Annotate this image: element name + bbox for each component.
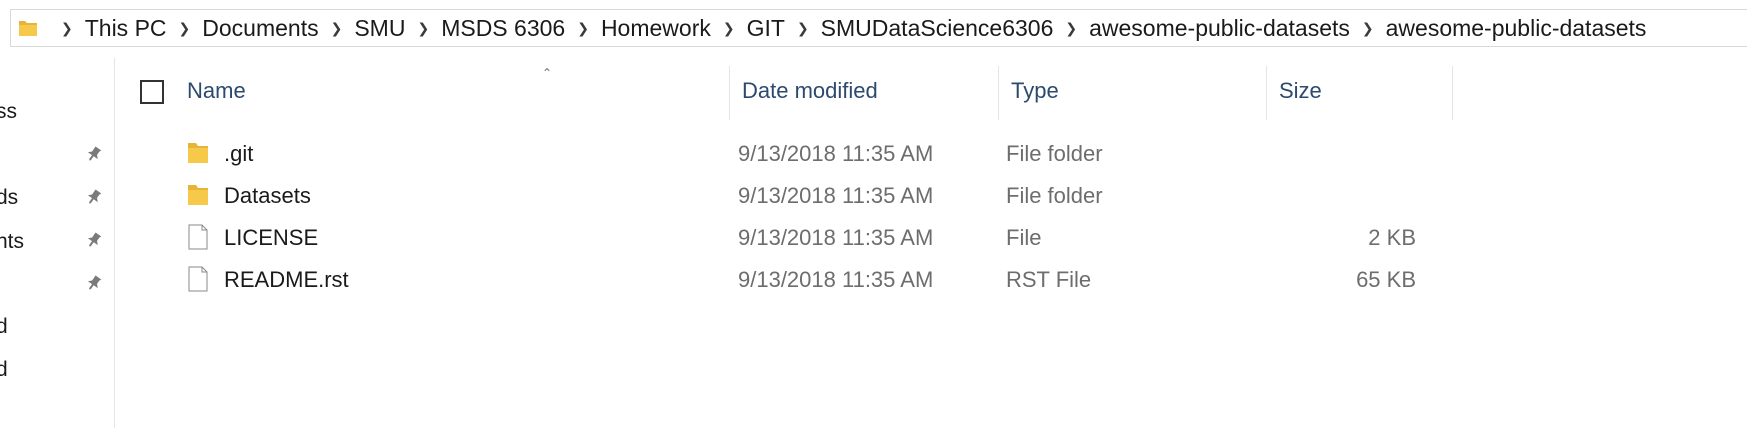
file-name[interactable]: README.rst: [224, 267, 349, 293]
file-size: 2 KB: [1368, 225, 1416, 250]
nav-item-documents[interactable]: nts: [0, 230, 24, 254]
file-type: RST File: [1006, 267, 1092, 292]
chevron-right-icon[interactable]: ❯: [1362, 20, 1374, 37]
chevron-right-icon[interactable]: ❯: [1065, 20, 1077, 37]
file-icon: [188, 224, 208, 250]
file-date-modified: 9/13/2018 11:35 AM: [738, 183, 934, 208]
breadcrumb-this-pc[interactable]: This PC: [85, 15, 167, 42]
file-row-readme[interactable]: README.rst 9/13/2018 11:35 AM RST File 6…: [116, 258, 1436, 300]
file-date-modified: 9/13/2018 11:35 AM: [738, 225, 934, 250]
chevron-right-icon[interactable]: ❯: [797, 20, 809, 37]
folder-icon: [188, 185, 208, 205]
chevron-right-icon[interactable]: ❯: [577, 20, 589, 37]
navigation-pane: ss ds nts d d: [0, 58, 115, 428]
column-divider[interactable]: [1452, 66, 1453, 120]
column-header-row: ⌃ Name Date modified Type Size: [116, 66, 1747, 120]
file-row-git[interactable]: .git 9/13/2018 11:35 AM File folder: [116, 132, 1436, 174]
column-header-name[interactable]: Name: [187, 78, 246, 104]
column-divider[interactable]: [998, 66, 999, 120]
file-name[interactable]: .git: [224, 141, 253, 167]
chevron-right-icon[interactable]: ❯: [417, 20, 429, 37]
chevron-right-icon[interactable]: ❯: [331, 20, 343, 37]
chevron-right-icon[interactable]: ❯: [61, 20, 73, 37]
column-header-size[interactable]: Size: [1279, 78, 1322, 104]
column-header-type[interactable]: Type: [1011, 78, 1059, 104]
pin-icon[interactable]: [84, 144, 104, 164]
chevron-right-icon[interactable]: ❯: [179, 20, 191, 37]
nav-item-downloads[interactable]: ds: [0, 186, 18, 210]
chevron-right-icon[interactable]: ❯: [723, 20, 735, 37]
pin-icon[interactable]: [84, 230, 104, 250]
folder-icon: [19, 21, 37, 36]
column-divider[interactable]: [729, 66, 730, 120]
breadcrumb-smudatascience6306[interactable]: SMUDataScience6306: [821, 15, 1054, 42]
breadcrumb-homework[interactable]: Homework: [601, 15, 711, 42]
pin-icon[interactable]: [84, 187, 104, 207]
file-type: File: [1006, 225, 1042, 250]
address-bar[interactable]: ❯ This PC ❯ Documents ❯ SMU ❯ MSDS 6306 …: [10, 9, 1747, 47]
column-header-date-modified[interactable]: Date modified: [742, 78, 878, 104]
sort-ascending-icon: ⌃: [542, 66, 553, 80]
file-type: File folder: [1006, 141, 1103, 166]
file-date-modified: 9/13/2018 11:35 AM: [738, 141, 934, 166]
nav-item-folder[interactable]: d: [0, 358, 8, 382]
file-name[interactable]: Datasets: [224, 183, 311, 209]
file-date-modified: 9/13/2018 11:35 AM: [738, 267, 934, 292]
column-divider[interactable]: [1266, 66, 1267, 120]
file-row-datasets[interactable]: Datasets 9/13/2018 11:35 AM File folder: [116, 174, 1436, 216]
breadcrumb-git[interactable]: GIT: [747, 15, 785, 42]
file-row-license[interactable]: LICENSE 9/13/2018 11:35 AM File 2 KB: [116, 216, 1436, 258]
breadcrumb-documents[interactable]: Documents: [202, 15, 318, 42]
file-icon: [188, 266, 208, 292]
breadcrumb-msds-6306[interactable]: MSDS 6306: [441, 15, 565, 42]
pin-icon[interactable]: [84, 273, 104, 293]
nav-item-quick-access[interactable]: ss: [0, 100, 17, 124]
nav-item-folder[interactable]: d: [0, 315, 8, 339]
breadcrumb-awesome-public-datasets-current[interactable]: awesome-public-datasets: [1386, 15, 1647, 42]
file-type: File folder: [1006, 183, 1103, 208]
folder-icon: [188, 143, 208, 163]
file-size: 65 KB: [1356, 267, 1416, 292]
breadcrumb-awesome-public-datasets[interactable]: awesome-public-datasets: [1089, 15, 1350, 42]
breadcrumb-smu[interactable]: SMU: [354, 15, 405, 42]
file-name[interactable]: LICENSE: [224, 225, 318, 251]
